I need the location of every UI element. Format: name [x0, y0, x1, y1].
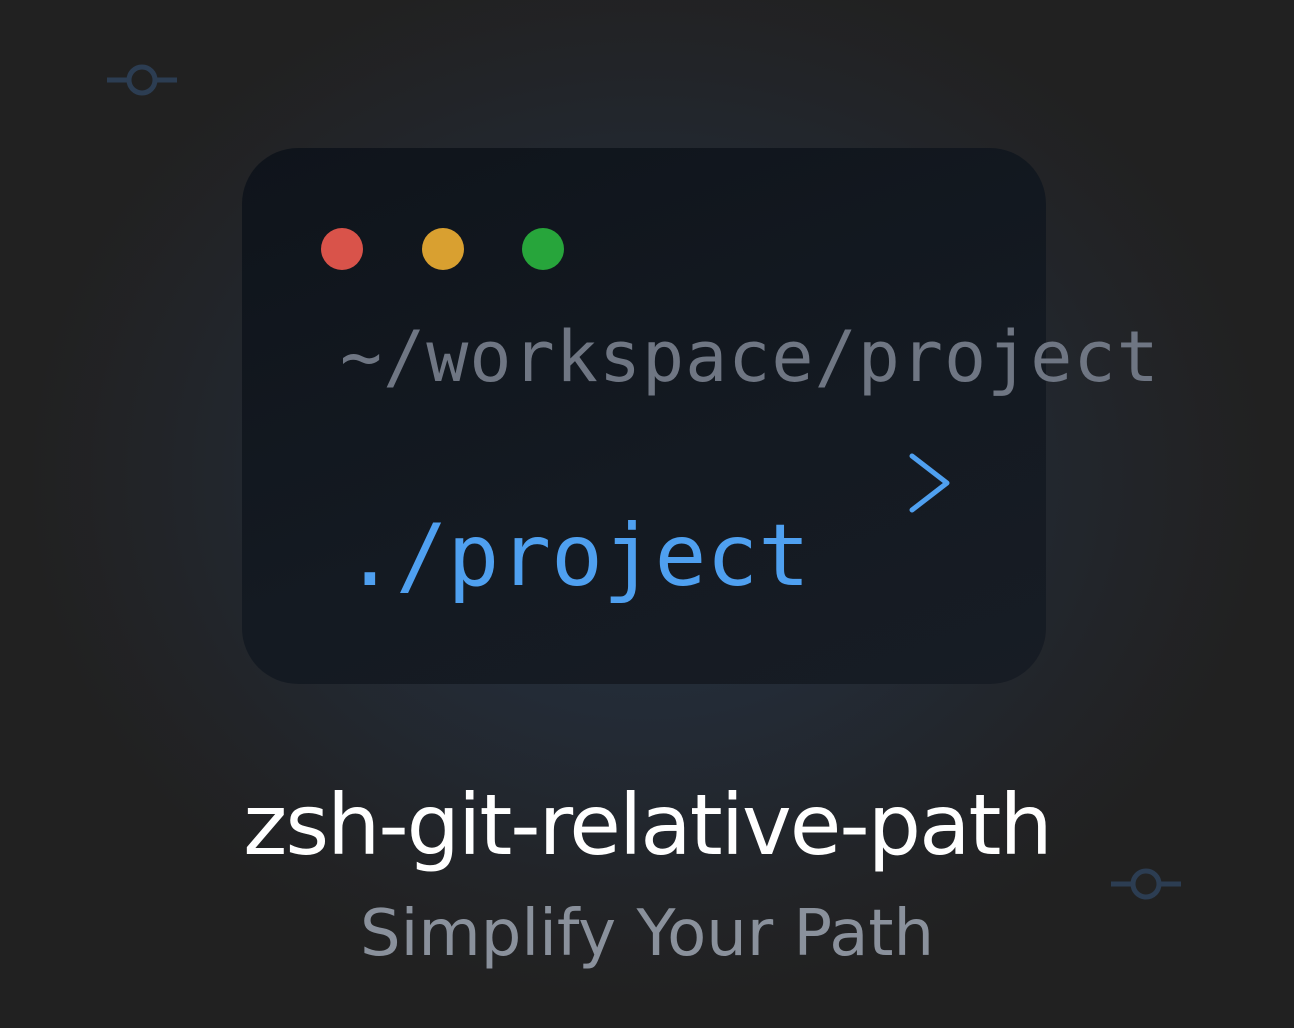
close-dot [321, 228, 363, 270]
page-title: zsh-git-relative-path [243, 776, 1052, 874]
page-subtitle: Simplify Your Path [359, 897, 935, 971]
long-path-text: ~/workspace/project [340, 316, 1160, 398]
short-path-text: ./project [344, 506, 810, 606]
maximize-dot [522, 228, 564, 270]
minimize-dot [422, 228, 464, 270]
git-commit-icon [107, 64, 177, 96]
